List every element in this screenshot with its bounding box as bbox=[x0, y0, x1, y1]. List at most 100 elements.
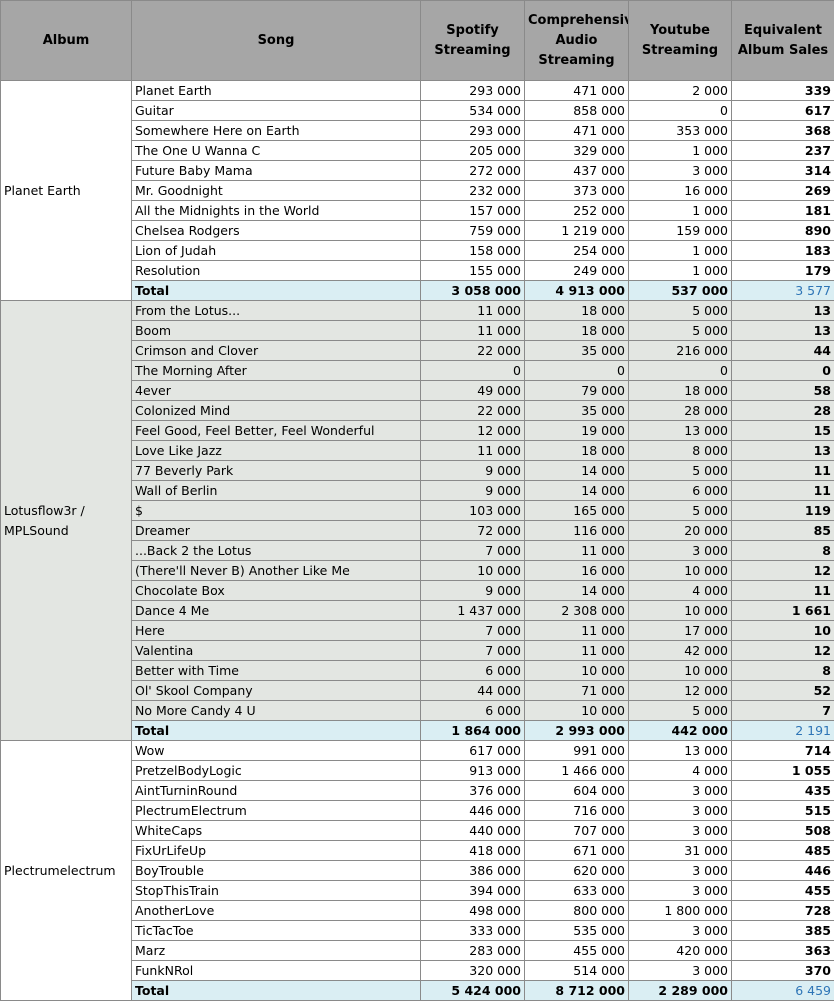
song-cell: 4ever bbox=[131, 380, 421, 401]
album-name-cell: Lotusflow3r / MPLSound bbox=[0, 300, 132, 741]
spotify-cell: 534 000 bbox=[420, 100, 525, 121]
spotify-cell: 7 000 bbox=[420, 640, 525, 661]
caudio-cell: 116 000 bbox=[524, 520, 629, 541]
song-cell: Love Like Jazz bbox=[131, 440, 421, 461]
caudio-cell: 10 000 bbox=[524, 660, 629, 681]
eas-cell: 237 bbox=[731, 140, 834, 161]
song-cell: BoyTrouble bbox=[131, 860, 421, 881]
spotify-cell: 11 000 bbox=[420, 440, 525, 461]
eas-cell: 52 bbox=[731, 680, 834, 701]
youtube-cell: 0 bbox=[628, 360, 732, 381]
spotify-cell: 9 000 bbox=[420, 460, 525, 481]
youtube-cell: 3 000 bbox=[628, 800, 732, 821]
album-name-cell: Planet Earth bbox=[0, 80, 132, 301]
eas-cell: 58 bbox=[731, 380, 834, 401]
song-cell: Better with Time bbox=[131, 660, 421, 681]
youtube-cell: 3 000 bbox=[628, 880, 732, 901]
caudio-cell: 716 000 bbox=[524, 800, 629, 821]
total-caudio-cell: 4 913 000 bbox=[524, 280, 629, 301]
youtube-cell: 5 000 bbox=[628, 460, 732, 481]
youtube-cell: 159 000 bbox=[628, 220, 732, 241]
spotify-cell: 44 000 bbox=[420, 680, 525, 701]
header-spotify-streaming: Spotify Streaming bbox=[420, 0, 525, 81]
song-cell: FunkNRol bbox=[131, 960, 421, 981]
song-cell: Dance 4 Me bbox=[131, 600, 421, 621]
song-cell: (There'll Never B) Another Like Me bbox=[131, 560, 421, 581]
song-cell: Dreamer bbox=[131, 520, 421, 541]
caudio-cell: 14 000 bbox=[524, 480, 629, 501]
eas-cell: 12 bbox=[731, 640, 834, 661]
eas-cell: 7 bbox=[731, 700, 834, 721]
youtube-cell: 12 000 bbox=[628, 680, 732, 701]
song-cell: WhiteCaps bbox=[131, 820, 421, 841]
spotify-cell: 155 000 bbox=[420, 260, 525, 281]
youtube-cell: 1 000 bbox=[628, 240, 732, 261]
header-equivalent-album-sales: Equivalent Album Sales bbox=[731, 0, 834, 81]
spotify-cell: 283 000 bbox=[420, 940, 525, 961]
spotify-cell: 440 000 bbox=[420, 820, 525, 841]
caudio-cell: 514 000 bbox=[524, 960, 629, 981]
caudio-cell: 1 466 000 bbox=[524, 760, 629, 781]
spotify-cell: 7 000 bbox=[420, 620, 525, 641]
caudio-cell: 165 000 bbox=[524, 500, 629, 521]
table-row: Lotusflow3r / MPLSound From the Lotus... 1… bbox=[0, 300, 834, 741]
song-cell: The One U Wanna C bbox=[131, 140, 421, 161]
spotify-cell: 418 000 bbox=[420, 840, 525, 861]
youtube-cell: 1 000 bbox=[628, 260, 732, 281]
spotify-cell: 205 000 bbox=[420, 140, 525, 161]
eas-cell: 11 bbox=[731, 480, 834, 501]
song-cell: Here bbox=[131, 620, 421, 641]
youtube-cell: 353 000 bbox=[628, 120, 732, 141]
eas-cell: 515 bbox=[731, 800, 834, 821]
spotify-cell: 7 000 bbox=[420, 540, 525, 561]
eas-cell: 508 bbox=[731, 820, 834, 841]
youtube-cell: 4 000 bbox=[628, 760, 732, 781]
caudio-cell: 35 000 bbox=[524, 400, 629, 421]
youtube-cell: 6 000 bbox=[628, 480, 732, 501]
song-cell: AintTurninRound bbox=[131, 780, 421, 801]
youtube-cell: 18 000 bbox=[628, 380, 732, 401]
spotify-cell: 6 000 bbox=[420, 700, 525, 721]
caudio-cell: 14 000 bbox=[524, 460, 629, 481]
album-group: Plectrumelectrum Wow 617 000 991 000 13 000 7… bbox=[0, 740, 834, 1001]
youtube-cell: 1 000 bbox=[628, 200, 732, 221]
eas-cell: 314 bbox=[731, 160, 834, 181]
youtube-cell: 5 000 bbox=[628, 700, 732, 721]
spotify-cell: 759 000 bbox=[420, 220, 525, 241]
song-cell: Somewhere Here on Earth bbox=[131, 120, 421, 141]
caudio-cell: 71 000 bbox=[524, 680, 629, 701]
caudio-cell: 14 000 bbox=[524, 580, 629, 601]
caudio-cell: 18 000 bbox=[524, 300, 629, 321]
song-cell: Wall of Berlin bbox=[131, 480, 421, 501]
spotify-cell: 158 000 bbox=[420, 240, 525, 261]
song-cell: Future Baby Mama bbox=[131, 160, 421, 181]
song-cell: PretzelBodyLogic bbox=[131, 760, 421, 781]
song-cell: StopThisTrain bbox=[131, 880, 421, 901]
caudio-cell: 604 000 bbox=[524, 780, 629, 801]
song-cell: Ol' Skool Company bbox=[131, 680, 421, 701]
spotify-cell: 386 000 bbox=[420, 860, 525, 881]
youtube-cell: 5 000 bbox=[628, 500, 732, 521]
caudio-cell: 620 000 bbox=[524, 860, 629, 881]
table-row: Planet Earth Planet Earth 293 000 471 000 2 … bbox=[0, 80, 834, 301]
song-cell: No More Candy 4 U bbox=[131, 700, 421, 721]
eas-cell: 363 bbox=[731, 940, 834, 961]
song-cell: AnotherLove bbox=[131, 900, 421, 921]
youtube-cell: 31 000 bbox=[628, 840, 732, 861]
eas-cell: 455 bbox=[731, 880, 834, 901]
youtube-cell: 20 000 bbox=[628, 520, 732, 541]
spotify-cell: 376 000 bbox=[420, 780, 525, 801]
total-label: Total bbox=[131, 720, 421, 741]
spotify-cell: 913 000 bbox=[420, 760, 525, 781]
eas-cell: 890 bbox=[731, 220, 834, 241]
caudio-cell: 0 bbox=[524, 360, 629, 381]
eas-cell: 714 bbox=[731, 740, 834, 761]
spotify-cell: 103 000 bbox=[420, 500, 525, 521]
eas-cell: 370 bbox=[731, 960, 834, 981]
total-eas-cell: 6 459 bbox=[731, 980, 834, 1001]
caudio-cell: 35 000 bbox=[524, 340, 629, 361]
youtube-cell: 3 000 bbox=[628, 860, 732, 881]
eas-cell: 269 bbox=[731, 180, 834, 201]
song-cell: The Morning After bbox=[131, 360, 421, 381]
header-row: Album Song Spotify Streaming Comprehensi… bbox=[0, 0, 834, 81]
